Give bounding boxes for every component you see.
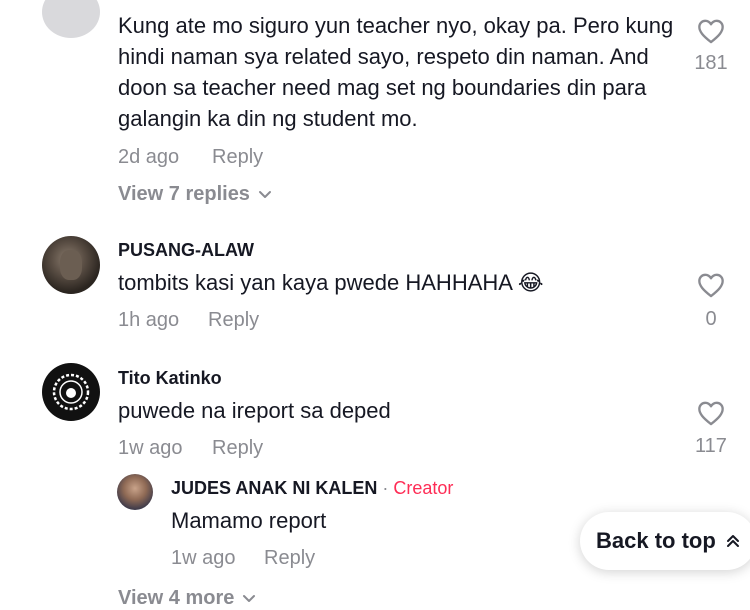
avatar[interactable] — [42, 363, 100, 421]
like-count: 181 — [694, 52, 728, 74]
heart-outline-icon — [698, 273, 724, 298]
like-button[interactable] — [697, 18, 725, 49]
comment-username[interactable]: PUSANG-ALAW — [118, 240, 254, 261]
reply-button[interactable]: Reply — [264, 547, 315, 570]
back-to-top-button[interactable]: Back to top — [580, 512, 750, 570]
like-button[interactable] — [697, 272, 725, 303]
comment-username[interactable]: Tito Katinko — [118, 368, 222, 389]
comment-text: Kung ate mo siguro yun teacher nyo, okay… — [118, 13, 674, 131]
reply-username[interactable]: JUDES ANAK NI KALEN — [171, 478, 377, 498]
like-count: 117 — [695, 435, 727, 457]
double-chevron-up-icon — [726, 535, 739, 547]
reply-button[interactable]: Reply — [208, 309, 259, 332]
chevron-down-icon — [243, 594, 256, 602]
comment-timestamp: 2d ago — [118, 146, 180, 168]
reply-button[interactable]: Reply — [212, 146, 263, 169]
avatar[interactable] — [42, 236, 100, 294]
creator-badge: Creator — [393, 478, 454, 498]
avatar[interactable] — [117, 474, 153, 510]
heart-outline-icon — [698, 401, 724, 426]
back-to-top-label: Back to top — [596, 528, 716, 553]
reply-text: Mamamo report — [171, 508, 327, 533]
like-button[interactable] — [697, 400, 725, 431]
view-replies-button[interactable]: View 7 replies — [118, 183, 272, 206]
view-more-replies-button[interactable]: View 4 more — [118, 587, 256, 610]
like-count: 0 — [705, 308, 717, 330]
view-more-label: View 4 more — [118, 587, 235, 609]
heart-outline-icon — [698, 19, 724, 44]
comment-timestamp: 1w ago — [118, 437, 183, 459]
comment-timestamp: 1h ago — [118, 309, 180, 331]
reply-button[interactable]: Reply — [212, 437, 263, 460]
separator-dot: · — [377, 478, 394, 498]
reply-timestamp: 1w ago — [171, 547, 236, 569]
comment-text: puwede na ireport sa deped — [118, 398, 391, 423]
view-replies-label: View 7 replies — [118, 183, 250, 205]
comment-text: tombits kasi yan kaya pwede HAHHAHA 😂 — [118, 270, 544, 295]
reply-header: JUDES ANAK NI KALEN · Creator — [171, 478, 453, 499]
avatar[interactable] — [42, 0, 100, 38]
avatar-logo-icon — [52, 373, 90, 411]
chevron-down-icon — [258, 190, 271, 198]
